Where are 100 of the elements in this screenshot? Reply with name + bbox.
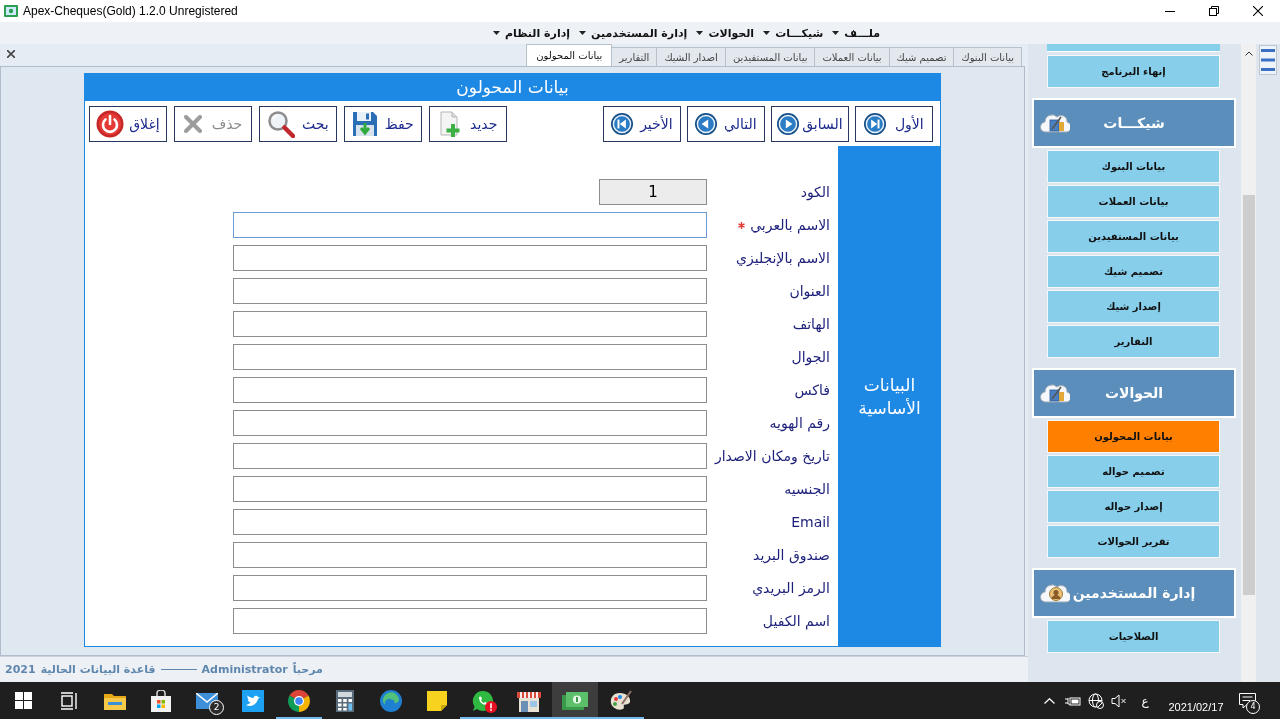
text-field[interactable] — [233, 410, 707, 436]
code-field[interactable]: 1 — [599, 179, 707, 205]
sidebar-group-title: الحوالات — [1103, 385, 1165, 401]
menu-item[interactable]: إدارة النظام — [492, 26, 571, 40]
field-label: الهاتف — [792, 316, 830, 332]
caret-icon — [579, 31, 587, 35]
menu-item[interactable]: الحوالات — [696, 26, 755, 40]
language-indicator[interactable]: ع — [1130, 682, 1160, 719]
menu-item[interactable]: إدارة المستخدمين — [579, 26, 688, 40]
tab[interactable]: بيانات العملات — [814, 47, 890, 66]
globe-icon — [1087, 692, 1104, 709]
badge-count: 2 — [209, 700, 224, 715]
field-label: اسم الكفيل — [762, 613, 830, 629]
toolbar-button[interactable]: حفظ — [344, 105, 422, 142]
text-field[interactable] — [233, 212, 707, 238]
scrollbar[interactable] — [1241, 44, 1256, 682]
sidebar-item[interactable]: بيانات المستفيدين — [1047, 220, 1220, 253]
speaker-muted-icon — [1110, 693, 1127, 708]
four-panes-icon — [14, 692, 32, 709]
tab[interactable]: بيانات المستفيدين — [724, 47, 816, 66]
nav-button[interactable]: السابق — [771, 105, 849, 142]
sidebar-group-title: شيكـــات — [1102, 115, 1166, 131]
toolbar-button[interactable]: بحث — [259, 105, 337, 142]
field-label: الاسم بالإنجليزي — [736, 250, 830, 266]
caret-icon — [832, 31, 840, 35]
field-label: تاريخ ومكان الاصدار — [714, 448, 830, 464]
tab[interactable]: بيانات المحولون — [526, 44, 613, 66]
speech-bubble-icon — [1238, 692, 1256, 709]
play-left-icon — [695, 112, 718, 135]
text-field[interactable] — [233, 377, 707, 403]
tab[interactable]: بيانات البنوك — [953, 47, 1022, 66]
banknote-icon — [4, 5, 18, 17]
field-label: الاسم بالعربي — [750, 217, 830, 233]
text-field[interactable] — [233, 245, 707, 271]
scrollbar-thumb[interactable] — [1242, 195, 1255, 595]
caret-icon — [763, 31, 771, 35]
menu-icon — [1261, 47, 1275, 73]
sticky-note-icon — [427, 690, 447, 711]
field-label: Email — [791, 514, 830, 530]
caret-icon — [492, 31, 500, 35]
tab[interactable]: اصدار الشيك — [656, 47, 726, 66]
section-label: البيانات الأساسية — [857, 374, 922, 419]
text-field[interactable] — [233, 278, 707, 304]
nav-button[interactable]: التالي — [687, 105, 765, 142]
sidebar-item[interactable]: تقرير الحوالات — [1047, 525, 1220, 558]
text-field[interactable] — [233, 608, 707, 634]
sidebar-item[interactable]: تصميم شيك — [1047, 255, 1220, 288]
nav-button[interactable]: الأخير — [603, 105, 681, 142]
menu-item[interactable]: ملـــف — [832, 26, 880, 40]
task-view-icon — [60, 691, 78, 710]
sidebar-item[interactable]: بيانات العملات — [1047, 185, 1220, 218]
envelope-icon — [196, 692, 218, 709]
close-icon — [7, 49, 15, 58]
power-icon — [96, 109, 125, 138]
toolbar-button[interactable]: إغلاق — [89, 105, 167, 142]
field-label: الرمز البريدي — [752, 580, 830, 596]
window-title: Apex-Cheques(Gold) 1.2.0 Unregistered — [23, 4, 238, 18]
nav-button[interactable]: الأول — [855, 105, 933, 142]
sidebar-item[interactable]: إنهاء البرنامج — [1047, 55, 1220, 88]
taskbar-button[interactable] — [552, 682, 598, 719]
text-field[interactable] — [233, 575, 707, 601]
text-field[interactable] — [233, 443, 707, 469]
search-icon — [267, 109, 296, 138]
notifications-button[interactable]: 4 — [1232, 682, 1262, 719]
field-label: الجنسيه — [784, 481, 830, 497]
bird-icon — [242, 689, 264, 712]
text-field[interactable] — [233, 311, 707, 337]
greeting-text: مرحباً — [292, 663, 323, 676]
minimize-icon — [1165, 10, 1175, 12]
toolbar-button[interactable]: جديد — [429, 105, 507, 142]
palette-icon — [609, 689, 633, 712]
sidebar-item[interactable]: تصميم حواله — [1047, 455, 1220, 488]
banknote-icon — [562, 691, 588, 710]
form-title: بيانات المحولون — [84, 73, 941, 101]
cross-icon — [183, 114, 202, 133]
field-label: رقم الهويه — [769, 415, 830, 431]
sidebar-item[interactable]: الصلاحيات — [1047, 620, 1220, 653]
text-field[interactable] — [233, 476, 707, 502]
taskbar-button[interactable]: 2 — [184, 682, 230, 719]
menu-button[interactable] — [1259, 45, 1277, 75]
clock[interactable]: 2021/02/17 — [1160, 682, 1232, 719]
field-label: العنوان — [789, 283, 830, 299]
shopping-bag-icon — [150, 689, 172, 712]
storefront-icon — [517, 689, 541, 712]
text-field[interactable] — [233, 542, 707, 568]
swirl-icon — [380, 689, 402, 712]
database-label: قاعدة البيانات الحالية — [40, 663, 156, 676]
sidebar-item[interactable]: التقارير — [1047, 325, 1220, 358]
sidebar-item[interactable]: إصدار شيك — [1047, 290, 1220, 323]
text-field[interactable] — [233, 509, 707, 535]
tab[interactable]: التقارير — [611, 47, 658, 66]
user-name: Administrator — [201, 663, 288, 676]
sidebar-item[interactable]: بيانات المحولون — [1047, 420, 1220, 453]
close-icon — [1253, 6, 1263, 16]
sidebar-item[interactable]: إصدار حواله — [1047, 490, 1220, 523]
play-right-icon — [777, 112, 800, 135]
menu-item[interactable]: شيكـــات — [763, 26, 824, 40]
text-field[interactable] — [233, 344, 707, 370]
tab[interactable]: تصميم شيك — [888, 47, 955, 66]
sidebar-item[interactable]: بيانات البنوك — [1047, 150, 1220, 183]
